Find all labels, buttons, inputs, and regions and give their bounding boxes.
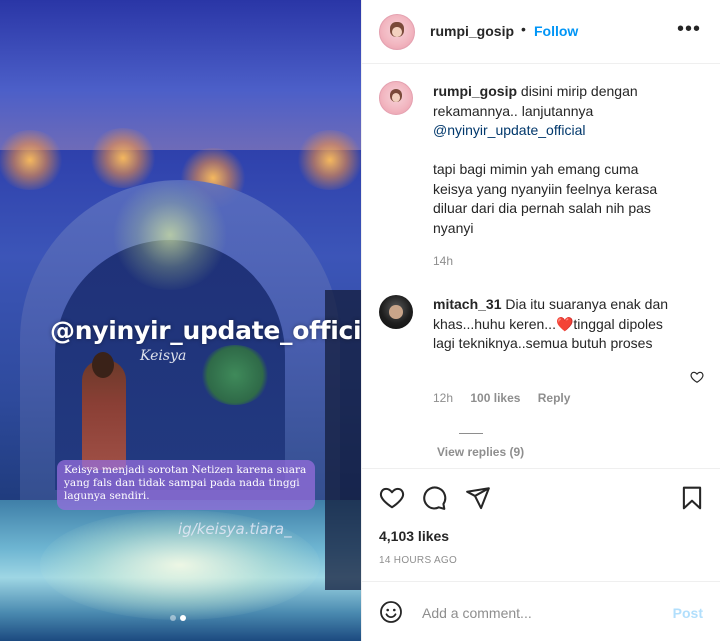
comment-like-heart-icon[interactable] [690, 370, 704, 384]
comment-icon[interactable] [421, 485, 447, 511]
heart-emoji: ❤️ [555, 315, 574, 332]
caption-time[interactable]: 14h [433, 254, 453, 268]
comment-input[interactable] [422, 602, 662, 624]
share-icon[interactable] [465, 485, 491, 511]
caption-mention-link[interactable]: @nyinyir_update_official [433, 122, 586, 138]
media-lamp [0, 130, 65, 190]
reply-button[interactable]: Reply [538, 391, 571, 405]
comment-meta: 12h 100 likes Reply [433, 391, 584, 405]
post-panel: rumpi_gosip • Follow ••• rumpi_gosip dis… [361, 0, 720, 641]
comment-text: mitach_31 Dia itu suaranya enak dan khas… [433, 295, 681, 354]
avatar[interactable] [379, 81, 413, 115]
carousel-dot-active[interactable] [180, 615, 186, 621]
media-caption-line: Keisya menjadi sorotan Netizen karena su… [64, 464, 307, 476]
follow-button[interactable]: Follow [534, 23, 578, 39]
post-button[interactable]: Post [673, 605, 703, 621]
bookmark-icon[interactable] [679, 485, 705, 511]
view-replies-divider [459, 433, 483, 434]
more-icon[interactable]: ••• [677, 19, 701, 39]
header-username[interactable]: rumpi_gosip [430, 23, 514, 39]
carousel-dot[interactable] [170, 615, 176, 621]
media-lamp [295, 130, 361, 190]
caption-meta: 14h [433, 254, 467, 268]
media-caption-box: Keisya menjadi sorotan Netizen karena su… [57, 460, 315, 510]
post-timestamp[interactable]: 14 HOURS AGO [379, 555, 457, 566]
media-handle: ig/keisya.tiara_ [178, 520, 292, 538]
media-singer-head [92, 352, 114, 378]
caption-text: rumpi_gosip disini mirip dengan rekamann… [433, 82, 681, 141]
comment-time[interactable]: 12h [433, 391, 453, 405]
media-plant [200, 345, 270, 405]
avatar[interactable] [379, 295, 413, 329]
comment-likes[interactable]: 100 likes [470, 391, 520, 405]
media-watermark: @nyinyir_update_official [50, 316, 361, 345]
emoji-icon[interactable] [379, 600, 403, 624]
media-signature: Keisya [140, 348, 187, 364]
post-media[interactable]: @nyinyir_update_official Keisya Keisya m… [0, 0, 361, 641]
header-separator: • [521, 21, 526, 37]
carousel-dots [170, 615, 186, 621]
media-caption-line: yang fals dan tidak sampai pada nada tin… [64, 477, 300, 489]
caption-text-part2: tapi bagi mimin yah emang cuma keisya ya… [433, 161, 658, 236]
post-actions: 4,103 likes 14 HOURS AGO [362, 468, 720, 580]
heart-icon[interactable] [379, 485, 405, 511]
likes-count[interactable]: 4,103 likes [379, 528, 449, 544]
media-caption-line: lagunya sendiri. [64, 490, 150, 502]
comment-username[interactable]: mitach_31 [433, 296, 501, 312]
caption-username[interactable]: rumpi_gosip [433, 83, 517, 99]
view-replies-button[interactable]: View replies (9) [437, 445, 524, 459]
media-ceiling [0, 0, 361, 150]
avatar[interactable] [379, 14, 415, 50]
post-header: rumpi_gosip • Follow ••• [362, 0, 720, 64]
media-spotlight [110, 180, 230, 290]
comment-composer: Post [362, 581, 720, 641]
comments-list[interactable]: rumpi_gosip disini mirip dengan rekamann… [362, 65, 720, 467]
media-lamp [88, 128, 158, 188]
